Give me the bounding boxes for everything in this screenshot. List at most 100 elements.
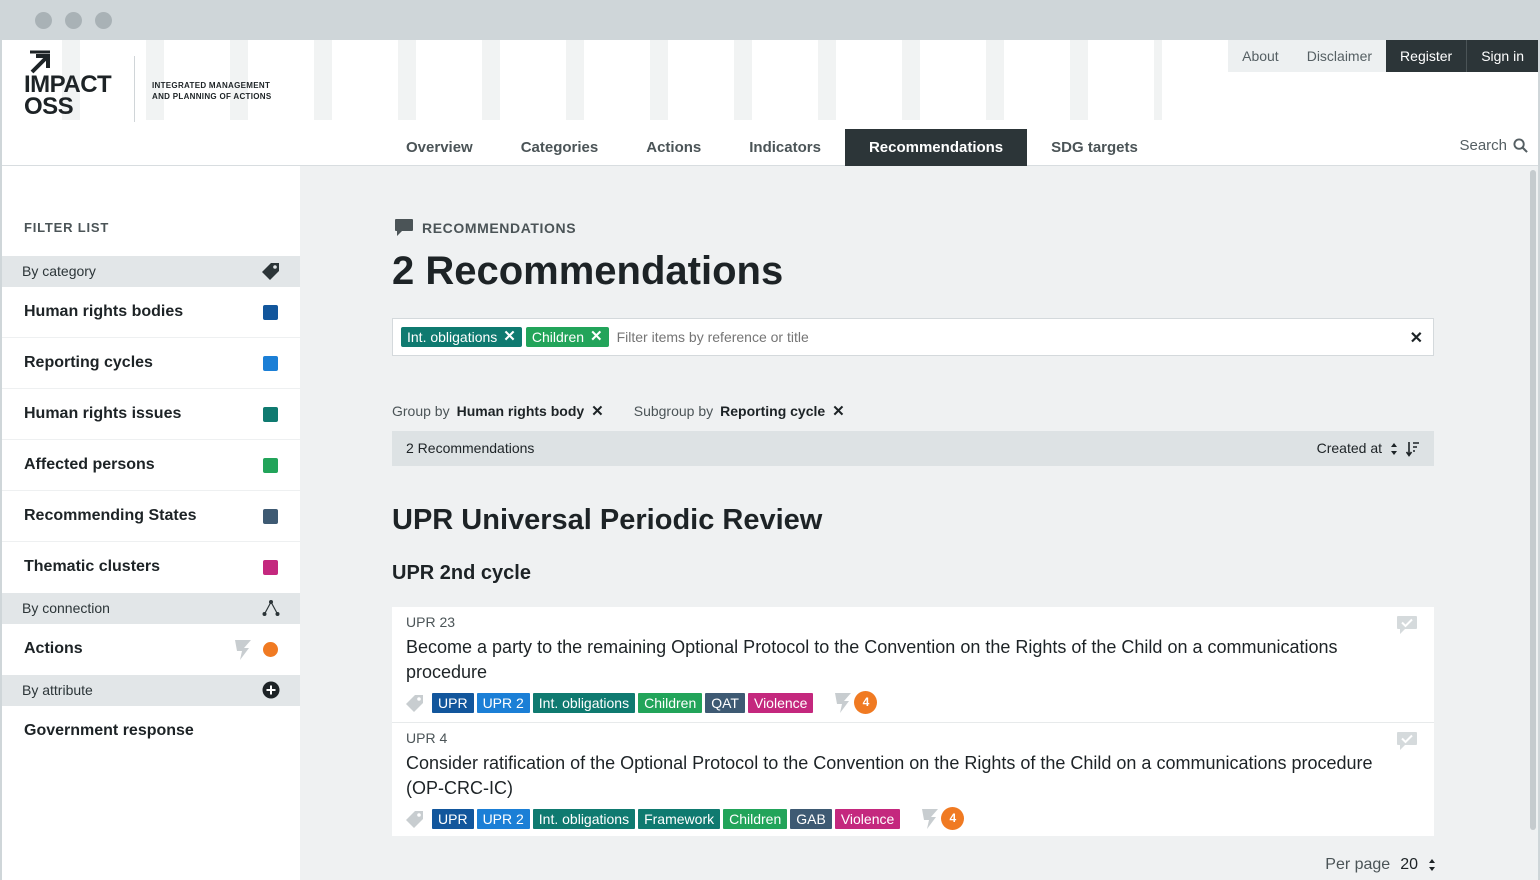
actions-connection[interactable]: 4 [834,691,878,714]
nav-sdg-targets[interactable]: SDG targets [1027,129,1162,166]
filter-human-rights-bodies[interactable]: Human rights bodies [2,287,300,338]
about-link[interactable]: About [1228,40,1293,72]
tag-int-obligations[interactable]: Int. obligations [532,692,636,713]
list-item[interactable]: UPR 23 Become a party to the remaining O… [392,607,1434,722]
tag-int-obligations[interactable]: Int. obligations [532,808,636,829]
tag-upr-2[interactable]: UPR 2 [476,692,530,713]
tag-upr-2[interactable]: UPR 2 [476,808,530,829]
per-page-select-icon[interactable] [1428,858,1436,872]
tag-children[interactable]: Children [638,692,703,713]
sort-label: Created at [1316,440,1382,456]
nav-recommendations[interactable]: Recommendations [844,129,1028,166]
remove-subgroup-icon[interactable]: ✕ [832,402,845,420]
actions-count-badge: 4 [854,691,878,714]
window-maximize-button[interactable] [95,12,112,29]
tag-children[interactable]: Children [723,808,788,829]
category-color-swatch [263,560,278,575]
clear-filters-icon[interactable]: ✕ [1410,328,1423,348]
by-connection-header: By connection [2,593,300,624]
tag-violence[interactable]: Violence [834,808,901,829]
window-close-button[interactable] [35,12,52,29]
section-eyebrow: RECOMMENDATIONS [394,218,576,237]
per-page-value[interactable]: 20 [1400,856,1418,874]
connection-color-dot [263,642,278,657]
logo-tagline: INTEGRATED MANAGEMENT AND PLANNING OF AC… [152,80,272,102]
active-filter-chip[interactable]: Children ✕ [525,327,609,347]
site-header: IMPACT OSS INTEGRATED MANAGEMENT AND PLA… [2,40,1538,166]
main-content: RECOMMENDATIONS 2 Recommendations Int. o… [392,166,1436,880]
chip-label: Int. obligations [407,329,498,345]
nav-indicators[interactable]: Indicators [725,129,845,166]
eyebrow-label: RECOMMENDATIONS [422,219,577,236]
recommendation-tags: UPR UPR 2 Int. obligations Children QAT … [406,691,1420,714]
filter-item-label: Recommending States [24,507,197,524]
filter-government-response[interactable]: Government response [2,706,300,757]
filter-thematic-clusters[interactable]: Thematic clusters [2,542,300,593]
list-item[interactable]: UPR 4 Consider ratification of the Optio… [392,722,1434,836]
page-scrollbar[interactable] [1530,170,1536,830]
search-button[interactable]: Search [1459,137,1528,154]
register-button[interactable]: Register [1386,40,1467,72]
by-attribute-header: By attribute [2,675,300,706]
tag-gab[interactable]: GAB [790,808,832,829]
logo-line-2: OSS [24,93,74,120]
subgroup-by-label: Subgroup by [633,403,714,419]
tag-framework[interactable]: Framework [638,808,721,829]
nav-categories[interactable]: Categories [497,129,623,166]
filter-item-label: Affected persons [24,456,155,473]
logo-tagline-1: INTEGRATED MANAGEMENT [152,81,271,90]
filter-item-label: Actions [24,640,83,657]
filter-item-label: Government response [24,722,194,739]
filter-item-label: Thematic clusters [24,558,161,575]
filter-affected-persons[interactable]: Affected persons [2,440,300,491]
group-by-label: Group by [392,403,450,419]
sort-order-icon[interactable] [1406,441,1420,457]
actions-bolt-icon [835,692,852,713]
actions-count-badge: 4 [941,807,965,830]
active-filter-chip[interactable]: Int. obligations ✕ [401,327,522,347]
plus-circle-icon[interactable] [262,681,280,699]
per-page-control[interactable]: Per page 20 [1325,856,1436,874]
by-category-label: By category [22,263,96,279]
remove-group-icon[interactable]: ✕ [591,402,604,420]
subgroup-by-value[interactable]: Reporting cycle [720,403,825,419]
recommendation-reference: UPR 4 [406,730,448,746]
sort-select-icon[interactable] [1390,442,1398,456]
sign-in-button[interactable]: Sign in [1466,40,1538,72]
tag-upr[interactable]: UPR [432,808,474,829]
logo-tagline-2: AND PLANNING OF ACTIONS [152,92,272,101]
browser-chrome [0,0,1540,40]
filter-reporting-cycles[interactable]: Reporting cycles [2,338,300,389]
by-connection-label: By connection [22,600,110,616]
tag-violence[interactable]: Violence [747,692,814,713]
window-minimize-button[interactable] [65,12,82,29]
connection-icon [262,600,280,616]
filter-search-input[interactable] [616,329,1377,345]
list-count: 2 Recommendations [406,440,535,456]
recommendation-title[interactable]: Become a party to the remaining Optional… [406,635,1396,685]
filter-human-rights-issues[interactable]: Human rights issues [2,389,300,440]
tag-upr[interactable]: UPR [432,692,474,713]
main-nav: Overview Categories Actions Indicators R… [382,129,1162,166]
chip-label: Children [531,329,585,345]
tag-qat[interactable]: QAT [705,692,745,713]
actions-bolt-icon [235,640,251,660]
remove-filter-icon[interactable]: ✕ [503,327,516,347]
nav-actions[interactable]: Actions [622,129,725,166]
filter-actions[interactable]: Actions [2,624,300,675]
disclaimer-link[interactable]: Disclaimer [1292,40,1387,72]
sort-control[interactable]: Created at [1317,431,1420,466]
site-logo[interactable]: IMPACT OSS [24,48,136,126]
actions-connection[interactable]: 4 [921,807,965,830]
nav-overview[interactable]: Overview [382,129,497,166]
recommendation-title[interactable]: Consider ratification of the Optional Pr… [406,751,1396,801]
group-by-value[interactable]: Human rights body [457,403,585,419]
remove-filter-icon[interactable]: ✕ [590,327,603,347]
filter-item-label: Human rights issues [24,405,182,422]
filter-recommending-states[interactable]: Recommending States [2,491,300,542]
recommendation-reference: UPR 23 [406,614,456,630]
page-title: 2 Recommendations [392,249,784,293]
tag-icon [406,810,423,828]
category-color-swatch [263,458,278,473]
group-title: UPR Universal Periodic Review [392,504,823,536]
